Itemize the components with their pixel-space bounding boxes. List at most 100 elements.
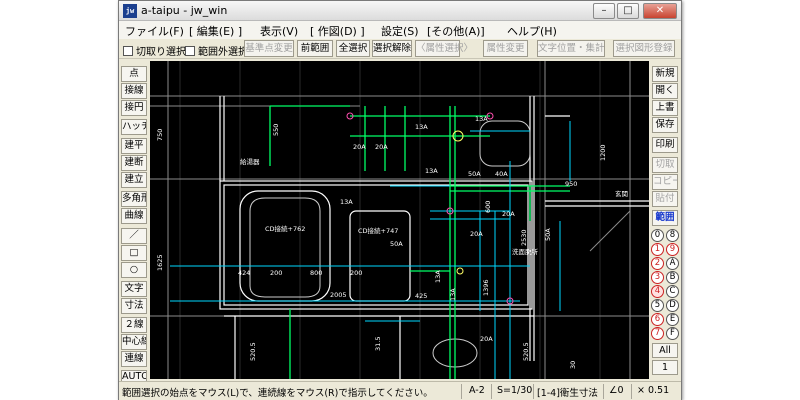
- room-label: 洗面脱所: [512, 247, 539, 256]
- attribute-select-button[interactable]: 〈属性選択〉: [415, 40, 473, 57]
- tool-line[interactable]: ／: [121, 228, 147, 244]
- pipe-label: 13A: [340, 198, 353, 206]
- tool-dimension[interactable]: 寸法: [121, 298, 147, 314]
- app-icon: jw: [123, 4, 137, 18]
- title-bar[interactable]: jw a-taipu - jw_win – □ ✕: [119, 1, 681, 21]
- dim-label: 1396: [482, 279, 490, 296]
- layer-one-button[interactable]: 1: [652, 360, 678, 375]
- pipe-label: 13A: [475, 115, 488, 123]
- pipe-label: 20A: [470, 230, 483, 238]
- tool-hatch[interactable]: ハッチ: [121, 119, 147, 135]
- right-tool-panel: 新規 開く 上書 保存 印刷 切取 コピー 貼付 範囲 0 8 1 9 2 A …: [650, 61, 681, 379]
- status-layer[interactable]: [1-4]衛生寸法: [537, 385, 598, 399]
- tool-circle[interactable]: ○: [121, 262, 147, 278]
- menu-help[interactable]: ヘルプ(H): [507, 23, 557, 39]
- dim-label: 520.5: [249, 342, 257, 361]
- pipe-label: 20A: [353, 143, 366, 151]
- dim-label: 800: [310, 269, 322, 277]
- copy-button[interactable]: コピー: [652, 174, 678, 190]
- status-angle[interactable]: ∠0: [609, 385, 624, 396]
- cut-button[interactable]: 切取: [652, 157, 678, 173]
- menu-view[interactable]: 表示(V): [260, 23, 298, 39]
- pipe-label: 20A: [375, 143, 388, 151]
- dim-label: 600: [484, 201, 492, 213]
- base-point-change-button[interactable]: 基準点変更: [244, 40, 294, 57]
- tool-tangent[interactable]: 接線: [121, 83, 147, 99]
- tool-building-section[interactable]: 建断: [121, 155, 147, 171]
- maximize-button[interactable]: □: [617, 3, 639, 19]
- register-shape-button[interactable]: 選択図形登録: [613, 40, 675, 57]
- cut-select-checkbox[interactable]: 切取り選択: [123, 43, 186, 58]
- previous-range-button[interactable]: 前範囲: [297, 40, 333, 57]
- dim-label: 2530: [520, 229, 528, 246]
- deselect-button[interactable]: 選択解除: [372, 40, 412, 57]
- pipe-label: 20A: [502, 210, 515, 218]
- layer-row-7[interactable]: 7 F: [650, 327, 681, 340]
- text-position-button[interactable]: 文字位置・集計: [537, 40, 605, 57]
- menu-other[interactable]: [その他(A)]: [427, 23, 485, 39]
- menu-settings[interactable]: 設定(S): [381, 23, 419, 39]
- outside-select-checkbox[interactable]: 範囲外選択: [185, 43, 248, 58]
- layer-row-6[interactable]: 6 E: [650, 313, 681, 326]
- status-zoom[interactable]: × 0.51: [637, 385, 669, 396]
- dim-label: 1625: [156, 254, 164, 271]
- minimize-icon: –: [601, 5, 607, 16]
- dim-label: 520.5: [522, 342, 530, 361]
- dim-label: 200: [350, 269, 362, 277]
- paste-button[interactable]: 貼付: [652, 191, 678, 207]
- layer-row-1[interactable]: 1 9: [650, 243, 681, 256]
- fixture-label: CD接続+762: [265, 224, 305, 233]
- layer-row-4[interactable]: 4 C: [650, 285, 681, 298]
- close-button[interactable]: ✕: [643, 3, 677, 19]
- menu-draw[interactable]: [ 作図(D) ]: [310, 23, 365, 39]
- layer-row-3[interactable]: 3 B: [650, 271, 681, 284]
- dim-label: 31.5: [374, 337, 382, 351]
- pipe-label: 50A: [544, 228, 552, 241]
- left-tool-panel: 点 接線 接円 ハッチ 建平 建断 建立 多角形 曲線 ／ □ ○ 文字 寸法 …: [119, 61, 149, 384]
- layer-row-0[interactable]: 0 8: [650, 229, 681, 242]
- dim-label: 1200: [599, 144, 607, 161]
- range-button[interactable]: 範囲: [652, 210, 678, 226]
- layer-row-2[interactable]: 2 A: [650, 257, 681, 270]
- status-scale[interactable]: S=1/30: [497, 385, 532, 396]
- status-message: 範囲選択の始点をマウス(L)で、連続線をマウス(R)で指示してください。: [122, 388, 433, 399]
- minimize-button[interactable]: –: [593, 3, 615, 19]
- tool-polygon[interactable]: 多角形: [121, 191, 147, 207]
- print-button[interactable]: 印刷: [652, 137, 678, 153]
- tool-curve[interactable]: 曲線: [121, 208, 147, 224]
- drawing-canvas[interactable]: 750 1625 1200 550 20A 20A 20A 13A 13A 13…: [150, 61, 649, 379]
- cad-drawing: 750 1625 1200 550 20A 20A 20A 13A 13A 13…: [150, 61, 649, 379]
- open-file-button[interactable]: 開く: [652, 83, 678, 99]
- menu-file[interactable]: ファイル(F): [125, 23, 184, 39]
- maximize-icon: □: [623, 5, 633, 16]
- tool-centerline[interactable]: 中心線: [121, 334, 147, 350]
- selection-toolbar: 切取り選択 範囲外選択 基準点変更 前範囲 全選択 選択解除 〈属性選択〉 属性…: [119, 39, 681, 59]
- select-all-button[interactable]: 全選択: [336, 40, 370, 57]
- app-window: jw a-taipu - jw_win – □ ✕ ファイル(F) [ 編集(E…: [118, 0, 682, 400]
- dim-label: 950: [565, 180, 577, 188]
- dim-label: 200: [270, 269, 282, 277]
- status-bar: 範囲選択の始点をマウス(L)で、連続線をマウス(R)で指示してください。 A-2…: [119, 381, 681, 400]
- dim-label: 425: [415, 292, 427, 300]
- tool-building-elevation[interactable]: 建立: [121, 172, 147, 188]
- tool-text[interactable]: 文字: [121, 281, 147, 297]
- tool-double-line[interactable]: ２線: [121, 317, 147, 333]
- tool-connect-line[interactable]: 連線: [121, 351, 147, 367]
- overwrite-button[interactable]: 上書: [652, 100, 678, 116]
- close-icon: ✕: [655, 5, 665, 16]
- dim-label: 2005: [330, 291, 347, 299]
- tool-tangent-circle[interactable]: 接円: [121, 100, 147, 116]
- pipe-label: 13A: [425, 167, 438, 175]
- new-file-button[interactable]: 新規: [652, 66, 678, 82]
- menu-edit[interactable]: [ 編集(E) ]: [189, 23, 242, 39]
- tool-building-plan[interactable]: 建平: [121, 138, 147, 154]
- pipe-label: 20A: [480, 335, 493, 343]
- attribute-change-button[interactable]: 属性変更: [483, 40, 528, 57]
- pipe-label: 13A: [415, 123, 428, 131]
- all-layers-button[interactable]: All: [652, 343, 678, 358]
- save-button[interactable]: 保存: [652, 117, 678, 133]
- tool-point[interactable]: 点: [121, 66, 147, 82]
- dim-label: 424: [238, 269, 250, 277]
- tool-rectangle[interactable]: □: [121, 245, 147, 261]
- layer-row-5[interactable]: 5 D: [650, 299, 681, 312]
